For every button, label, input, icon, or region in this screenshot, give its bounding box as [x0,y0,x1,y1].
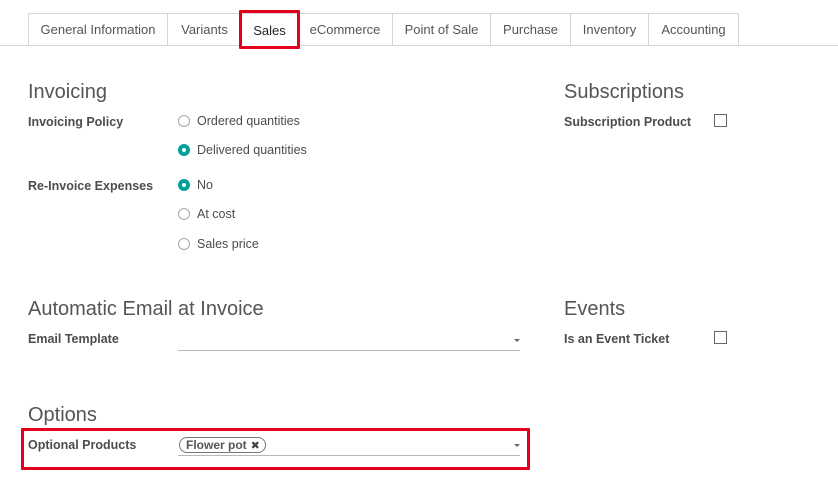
tab-purchase[interactable]: Purchase [490,13,571,45]
subscriptions-title: Subscriptions [564,81,685,103]
invoicing-title: Invoicing [28,81,107,103]
radio-label: Ordered quantities [197,114,300,128]
radio-checked-icon [178,179,190,191]
tab-label: Purchase [503,22,558,37]
radio-reinvoice-sales-price[interactable]: Sales price [178,237,259,251]
radio-unchecked-icon [178,238,190,250]
email-template-select[interactable] [178,332,520,351]
reinvoice-expenses-label: Re-Invoice Expenses [28,179,154,193]
tab-label: Variants [181,22,228,37]
events-title: Events [564,298,626,320]
radio-delivered-quantities[interactable]: Delivered quantities [178,143,307,157]
radio-label: Sales price [197,237,259,251]
sales-tab-highlight [239,10,300,49]
subscription-product-checkbox[interactable] [714,114,727,127]
tab-accounting[interactable]: Accounting [648,13,739,45]
radio-label: No [197,178,213,192]
tag-label: Flower pot [186,438,247,452]
radio-label: Delivered quantities [197,143,307,157]
radio-checked-icon [178,144,190,156]
radio-reinvoice-no[interactable]: No [178,178,213,192]
event-ticket-checkbox[interactable] [714,331,727,344]
close-icon[interactable]: ✖ [251,439,260,452]
radio-reinvoice-at-cost[interactable]: At cost [178,207,235,221]
radio-ordered-quantities[interactable]: Ordered quantities [178,114,300,128]
tag-flower-pot: Flower pot ✖ [179,437,266,453]
radio-label: At cost [197,207,236,221]
radio-unchecked-icon [178,208,190,220]
subscription-product-label: Subscription Product [564,115,692,129]
tab-label: eCommerce [309,22,381,37]
invoicing-policy-label: Invoicing Policy [28,115,124,129]
tab-ecommerce[interactable]: eCommerce [297,13,393,45]
chevron-down-icon[interactable] [514,339,520,342]
event-ticket-label: Is an Event Ticket [564,332,670,346]
tab-label: Point of Sale [404,22,479,37]
tab-label: Accounting [661,22,726,37]
chevron-down-icon[interactable] [514,444,520,447]
optional-products-label: Optional Products [28,438,137,452]
options-title: Options [28,404,97,426]
tab-bar: General Information Variants Sales eComm… [0,0,838,46]
tab-label: Inventory [582,22,637,37]
automatic-email-title: Automatic Email at Invoice [28,298,264,320]
radio-unchecked-icon [178,115,190,127]
tab-label: General Information [40,22,156,37]
tab-inventory[interactable]: Inventory [570,13,649,45]
tab-general-information[interactable]: General Information [28,13,168,45]
tab-variants[interactable]: Variants [167,13,242,45]
tab-point-of-sale[interactable]: Point of Sale [392,13,491,45]
email-template-label: Email Template [28,332,119,346]
